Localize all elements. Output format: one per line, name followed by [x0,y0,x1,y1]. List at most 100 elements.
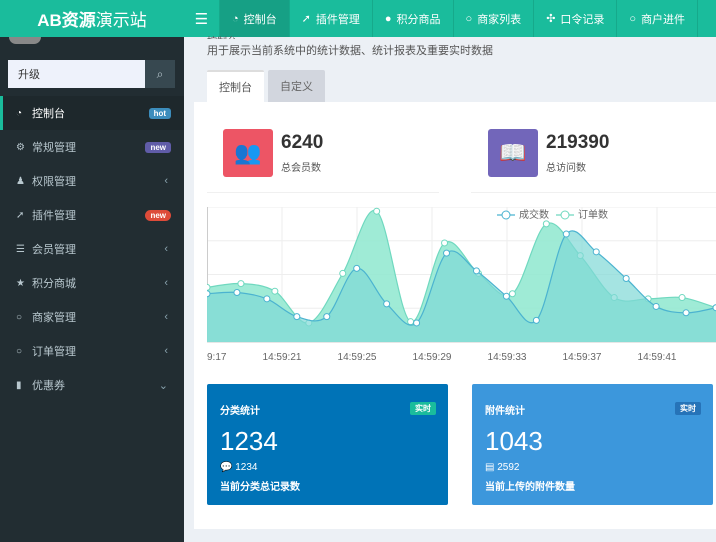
realtime-badge: 实时 [410,402,436,415]
data-point [271,287,279,295]
sidebar-item-general[interactable]: ⚙ 常规管理 new [0,130,184,164]
x-tick-label: 14:59:41 [638,352,677,363]
hamburger-icon: ☰ [194,10,209,28]
top-nav-item-merchant-onboarding[interactable]: ○ 商户进件 [617,0,699,37]
top-nav-label: 积分商品 [396,13,441,26]
tab-bar: 控制台 自定义 [207,70,329,102]
sidebar-item-dashboard[interactable]: ◔ 控制台 hot [0,96,184,130]
data-point [532,316,540,324]
data-point [323,313,331,321]
new-badge: new [145,209,171,221]
data-point [339,269,347,277]
card-subvalue: 💬 1234 [220,462,257,473]
sidebar-item-label: 商家管理 [32,312,76,324]
hot-badge: hot [148,107,171,119]
chevron-left-icon: ‹ [164,243,168,255]
star-icon: ★ [16,277,25,289]
data-point [373,207,381,215]
sidebar-item-label: 会员管理 [32,244,76,256]
data-point [472,267,480,275]
users-icon: ♟ [16,175,25,187]
circle-icon: ○ [16,311,23,323]
top-nav-item-merchant-list[interactable]: ○ 商家列表 [454,0,535,37]
data-point [293,313,301,321]
data-point [207,283,211,291]
menu-toggle-button[interactable]: ☰ [184,0,220,37]
sidebar-item-plugins[interactable]: ➚ 插件管理 new [0,198,184,232]
data-point [562,230,570,238]
file-icon: ▤ [485,462,495,473]
data-point [441,239,449,247]
logo-bold-text: AB资源 [37,11,96,30]
page-description: 用于展示当前系统中的统计数据、统计报表及重要实时数据 [207,45,493,57]
sidebar-menu: ◔ 控制台 hot ⚙ 常规管理 new ♟ 权限管理 ‹ ➚ 插件管理 new… [0,96,184,402]
tab-dashboard[interactable]: 控制台 [207,70,264,102]
stat-visits: 📖 219390 总访问数 [488,129,609,177]
sidebar-item-label: 积分商城 [32,278,76,290]
sidebar-item-label: 常规管理 [32,142,76,154]
x-tick-label: 14:59:21 [263,352,302,363]
app-logo[interactable]: AB资源 演示站 [0,0,184,37]
stat-members: 👥 6240 总会员数 [223,129,323,177]
dashboard-icon: ◔ [16,107,23,119]
card-value: 1043 [485,426,543,456]
top-nav-item-points-goods[interactable]: ● 积分商品 [373,0,454,37]
card-subvalue-text: 2592 [497,462,520,473]
x-tick-label: 14:59:25 [338,352,377,363]
card-subvalue: ▤ 2592 [485,462,519,473]
stat-value: 6240 [281,132,324,153]
sidebar-item-orders[interactable]: ○ 订单管理 ‹ [0,334,184,368]
legend-marker [560,210,570,220]
sidebar-item-label: 权限管理 [32,176,76,188]
data-point [207,290,211,298]
data-point [407,318,415,326]
comment-icon: 💬 [220,462,233,473]
tab-custom[interactable]: 自定义 [268,70,325,102]
data-point [682,309,690,317]
chevron-left-icon: ‹ [164,277,168,289]
sidebar-item-label: 控制台 [32,108,65,120]
x-tick-label: 14:59:29 [413,352,452,363]
x-tick-label: 14:59:33 [488,352,527,363]
legend-label: 成交数 [519,208,549,221]
top-nav-label: 控制台 [243,13,277,26]
sidebar-item-coupons[interactable]: ▮ 优惠券 ⌄ [0,368,184,402]
data-point [233,288,241,296]
main-content: 控制台 用于展示当前系统中的统计数据、统计报表及重要实时数据 控制台 自定义 👥… [184,37,716,542]
area-chart: 9:17 14:59:21 14:59:25 14:59:29 14:59:33 14:5… [207,207,716,363]
sidebar-item-label: 插件管理 [32,210,76,222]
data-point [508,290,516,298]
top-nav-item-passcode-records[interactable]: ✣ 口令记录 [534,0,618,37]
data-point [353,264,361,272]
chevron-left-icon: ‹ [164,175,168,187]
top-nav-item-plugins[interactable]: ➚ 插件管理 [290,0,373,37]
circle-icon: ○ [16,345,23,357]
top-nav-item-dashboard[interactable]: ◔ 控制台 [220,0,290,37]
sidebar-item-label: 订单管理 [32,346,76,358]
rocket-icon: ➚ [16,209,25,221]
x-tick-label: 14:59:37 [563,352,602,363]
card-footer: 当前分类总记录数 [220,482,300,493]
sidebar-item-members[interactable]: ☰ 会员管理 ‹ [0,232,184,266]
card-value: 1234 [220,426,278,456]
search-button[interactable]: ⌕ [145,60,175,88]
sidebar-search: ⌕ [8,60,175,88]
avatar[interactable] [9,37,41,44]
stat-value: 219390 [546,132,610,153]
dashboard-panel: 👥 6240 总会员数 📖 219390 总访问数 9:17 14:59:21 14… [194,102,716,529]
legend-marker [501,210,511,220]
sidebar-item-permissions[interactable]: ♟ 权限管理 ‹ [0,164,184,198]
key-icon: ✣ [546,13,556,25]
top-nav-label: 口令记录 [560,13,605,26]
sidebar-item-label: 优惠券 [32,380,65,392]
card-footer: 当前上传的附件数量 [485,482,575,493]
rocket-icon: ➚ [301,13,311,25]
sidebar-item-points-mall[interactable]: ★ 积分商城 ‹ [0,266,184,300]
data-point [443,249,451,257]
coin-icon: ● [384,12,392,25]
series-area [207,230,716,342]
sidebar-item-merchants[interactable]: ○ 商家管理 ‹ [0,300,184,334]
x-tick-label: 9:17 [207,352,227,363]
circle-icon: ○ [629,12,637,25]
search-input[interactable] [8,60,145,88]
